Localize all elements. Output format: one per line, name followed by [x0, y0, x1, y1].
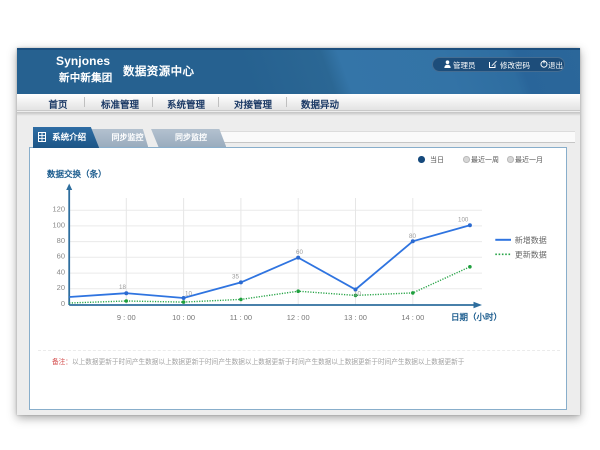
svg-text:80: 80	[57, 236, 65, 245]
svg-text:60: 60	[57, 252, 65, 261]
svg-text:14 : 00: 14 : 00	[401, 313, 424, 322]
svg-text:0: 0	[61, 299, 65, 308]
svg-text:10: 10	[185, 291, 192, 298]
svg-text:20: 20	[57, 283, 65, 292]
svg-text:10 : 00: 10 : 00	[172, 313, 195, 322]
svg-text:13 : 00: 13 : 00	[344, 313, 367, 322]
svg-text:40: 40	[57, 268, 65, 277]
svg-text:11 : 00: 11 : 00	[230, 313, 252, 322]
svg-text:60: 60	[296, 249, 303, 256]
svg-text:10: 10	[354, 291, 361, 298]
svg-text:80: 80	[409, 233, 416, 240]
svg-text:120: 120	[52, 205, 65, 214]
svg-text:更新数据: 更新数据	[515, 250, 547, 260]
svg-text:12 : 00: 12 : 00	[287, 313, 310, 322]
svg-text:18: 18	[119, 284, 126, 291]
svg-text:100: 100	[52, 220, 65, 229]
svg-text:新增数据: 新增数据	[515, 235, 547, 245]
svg-text:100: 100	[458, 217, 469, 224]
svg-text:35: 35	[232, 274, 239, 281]
svg-text:9 : 00: 9 : 00	[117, 313, 136, 322]
